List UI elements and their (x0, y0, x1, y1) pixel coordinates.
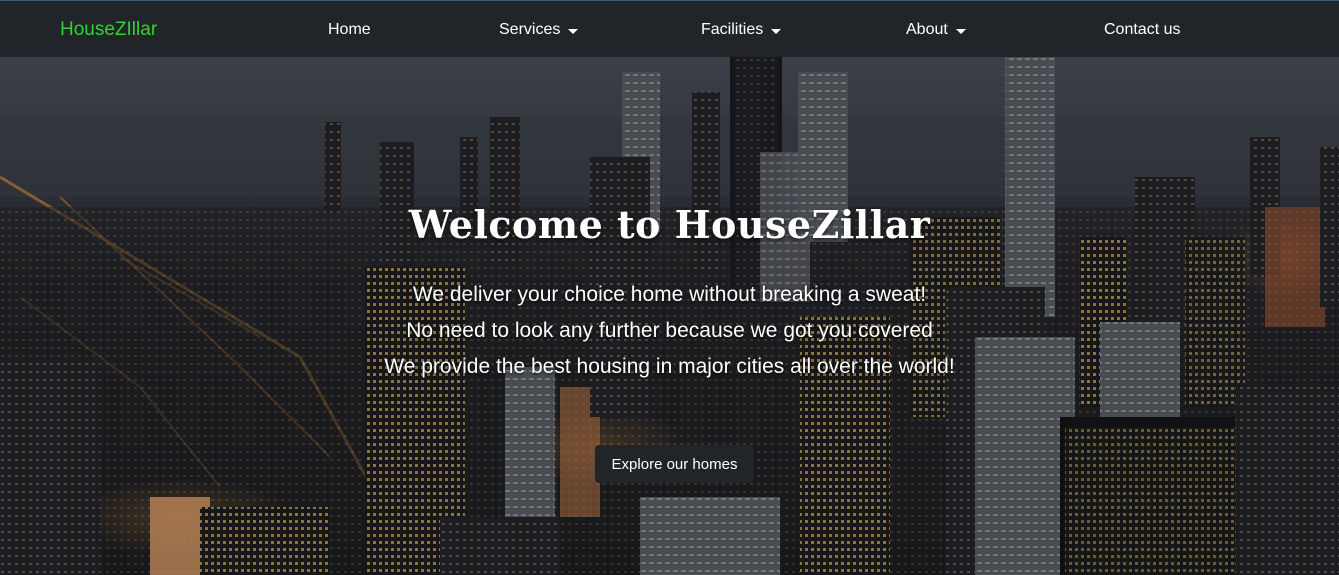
nav-contact-label: Contact us (1104, 21, 1181, 38)
hero-line: We deliver your choice home without brea… (412, 283, 927, 306)
nav-services-label: Services (499, 21, 561, 38)
explore-homes-button[interactable]: Explore our homes (595, 445, 754, 483)
hero-title: Welcome to HouseZillar (408, 202, 931, 247)
nav-services-dropdown[interactable]: Services (499, 21, 579, 39)
caret-down-icon (955, 28, 966, 34)
hero-line: No need to look any further because we g… (406, 319, 933, 342)
top-navbar: HouseZIllar Home Services Facilities Abo… (0, 0, 1339, 57)
nav-home-label: Home (328, 21, 371, 38)
nav-about-label: About (906, 21, 948, 38)
hero-section: Welcome to HouseZillar We deliver your c… (0, 57, 1339, 575)
hero-tagline: We deliver your choice home without brea… (0, 277, 1339, 385)
nav-facilities-dropdown[interactable]: Facilities (701, 21, 782, 39)
nav-about-dropdown[interactable]: About (906, 21, 966, 39)
nav-contact[interactable]: Contact us (1104, 21, 1180, 39)
nav-home[interactable]: Home (328, 21, 371, 39)
caret-down-icon (568, 28, 579, 34)
caret-down-icon (771, 28, 782, 34)
nav-facilities-label: Facilities (701, 21, 764, 38)
brand-logo[interactable]: HouseZIllar (60, 19, 157, 41)
hero-line: We provide the best housing in major cit… (384, 355, 955, 378)
